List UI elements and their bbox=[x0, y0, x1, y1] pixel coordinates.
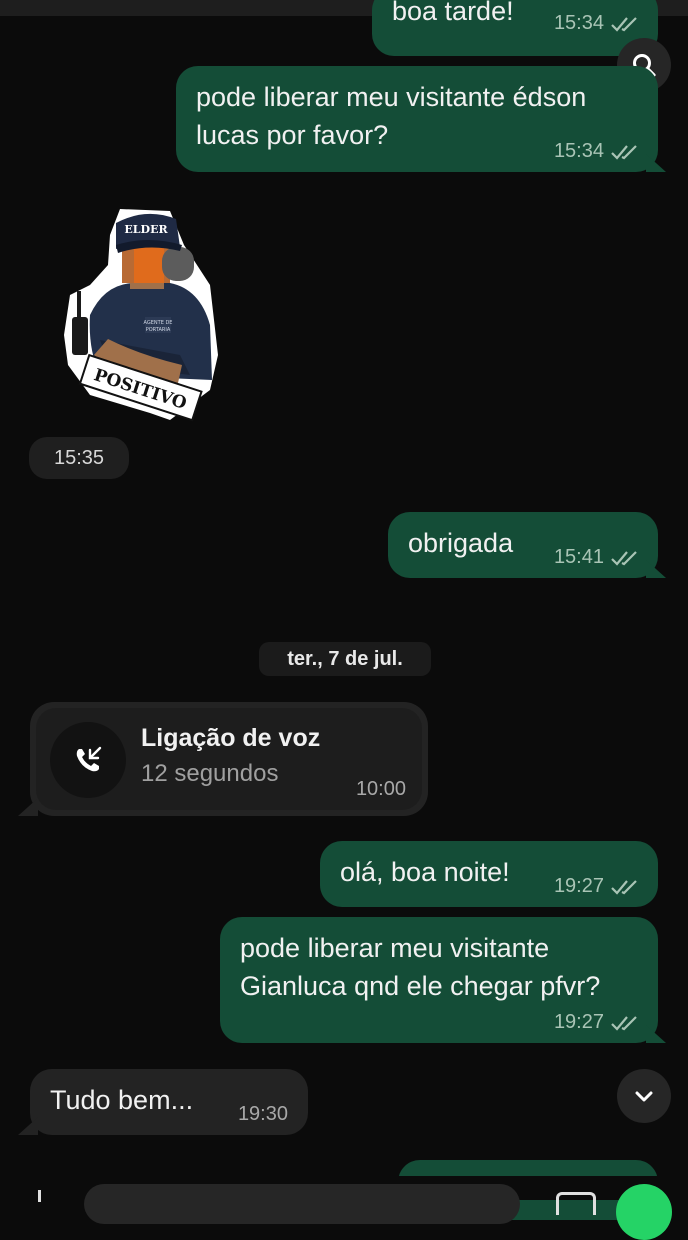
security-guard-sticker: AGENTE DE PORTARIA ELDER POSITIVO bbox=[64, 209, 218, 422]
input-bar bbox=[0, 1176, 688, 1240]
message-text: Tudo bem... bbox=[50, 1085, 194, 1115]
outgoing-message[interactable]: boa tarde! 15:34 bbox=[372, 0, 658, 56]
message-time: 15:34 bbox=[553, 12, 604, 34]
message-input[interactable] bbox=[84, 1184, 520, 1224]
double-check-icon bbox=[611, 16, 637, 32]
attach-button[interactable] bbox=[28, 1184, 52, 1202]
message-time: 10:00 bbox=[355, 778, 406, 800]
call-icon-wrap bbox=[50, 722, 126, 798]
message-meta: 15:34 bbox=[554, 12, 640, 35]
message-meta: 19:27 bbox=[554, 1011, 640, 1034]
bubble-tail bbox=[18, 798, 38, 816]
message-meta: 19:27 bbox=[554, 875, 640, 898]
outgoing-message[interactable]: olá, boa noite! 19:27 bbox=[320, 841, 658, 907]
message-text: olá, boa noite! bbox=[340, 857, 510, 887]
call-duration: 12 segundos bbox=[141, 760, 279, 787]
message-time: 15:41 bbox=[553, 546, 604, 568]
message-text-line: Gianluca qnd ele chegar pfvr? bbox=[240, 971, 601, 1001]
message-meta: 19:30 bbox=[238, 1103, 288, 1126]
outgoing-message[interactable]: obrigada 15:41 bbox=[388, 512, 658, 578]
message-meta: 15:34 bbox=[554, 140, 640, 163]
mic-button[interactable] bbox=[616, 1184, 672, 1240]
double-check-icon bbox=[611, 144, 637, 160]
date-divider: ter., 7 de jul. bbox=[259, 642, 431, 676]
voice-call-message[interactable]: Ligação de voz 12 segundos 10:00 bbox=[30, 702, 428, 816]
message-text: obrigada bbox=[408, 528, 514, 558]
chevron-down-icon bbox=[635, 1091, 653, 1102]
message-text-line: pode liberar meu visitante édson bbox=[196, 82, 587, 112]
sticker-patch-text: AGENTE DE bbox=[144, 320, 173, 326]
sticker-cap-text: ELDER bbox=[124, 223, 168, 236]
double-check-icon bbox=[611, 550, 637, 566]
sticker-timestamp: 15:35 bbox=[29, 437, 129, 479]
message-time: 19:27 bbox=[553, 875, 604, 897]
incoming-message[interactable]: Tudo bem... 19:30 bbox=[30, 1069, 308, 1135]
camera-button[interactable] bbox=[556, 1192, 596, 1215]
outgoing-message[interactable]: pode liberar meu visitante Gianluca qnd … bbox=[220, 917, 658, 1043]
incoming-call-icon bbox=[76, 746, 102, 772]
message-time: 19:27 bbox=[553, 1011, 604, 1033]
sticker-message[interactable]: AGENTE DE PORTARIA ELDER POSITIVO bbox=[60, 205, 225, 427]
message-time: 15:34 bbox=[553, 140, 604, 162]
double-check-icon bbox=[611, 879, 637, 895]
message-text-line: pode liberar meu visitante bbox=[240, 933, 550, 963]
message-text: boa tarde! bbox=[392, 0, 514, 26]
message-meta: 10:00 bbox=[356, 778, 406, 801]
outgoing-message[interactable]: pode liberar meu visitante édson lucas p… bbox=[176, 66, 658, 172]
message-meta: 15:41 bbox=[554, 546, 640, 569]
message-text-line: lucas por favor? bbox=[196, 120, 389, 150]
scroll-to-bottom-button[interactable] bbox=[617, 1069, 671, 1123]
call-title: Ligação de voz bbox=[141, 724, 321, 752]
double-check-icon bbox=[611, 1015, 637, 1031]
sticker-patch-text: PORTARIA bbox=[146, 327, 171, 333]
message-time: 19:30 bbox=[237, 1103, 288, 1125]
